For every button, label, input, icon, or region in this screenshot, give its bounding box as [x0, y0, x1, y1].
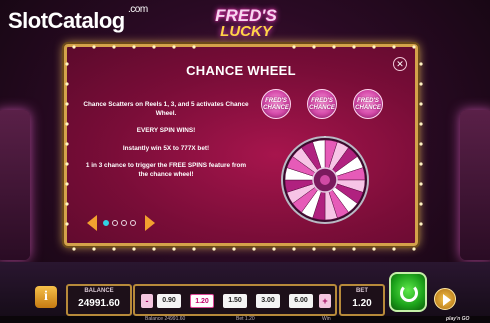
close-button[interactable]: ✕	[393, 57, 407, 71]
chance-wheel-image	[281, 131, 369, 224]
balance-display: BALANCE 24991.60	[66, 284, 132, 316]
chance-icon-label: FRED'S	[265, 98, 287, 104]
bet-display: BET 1.20	[339, 284, 385, 316]
bet-option-selected[interactable]: 1.20	[190, 294, 214, 308]
balance-value: 24991.60	[78, 298, 120, 309]
page-dot-4[interactable]	[130, 220, 136, 226]
info-button[interactable]: i	[35, 286, 57, 308]
spin-arrows-icon	[400, 284, 418, 302]
bet-option[interactable]: 3.00	[256, 294, 280, 308]
bet-option[interactable]: 1.50	[223, 294, 247, 308]
footer-win: Win	[322, 316, 331, 322]
provider-logo: play'n GO	[446, 316, 470, 322]
balance-label: BALANCE	[84, 288, 114, 294]
panel-title: CHANCE WHEEL	[186, 63, 296, 78]
chance-scatter-icon: FRED'S CHANCE	[307, 89, 337, 119]
description-paragraph: Chance Scatters on Reels 1, 3, and 5 act…	[83, 101, 249, 117]
page-navigation	[87, 215, 157, 231]
slotcatalog-watermark: SlotCatalog .com	[8, 4, 148, 34]
footer-balance: Balance 24991.60	[145, 316, 186, 322]
left-stage-pillar	[0, 110, 30, 260]
page-dot-2[interactable]	[112, 220, 118, 226]
description-paragraph: EVERY SPIN WINS!	[136, 127, 196, 134]
page-dot-3[interactable]	[121, 220, 127, 226]
chance-icon-label: CHANCE	[263, 105, 289, 111]
paytable-info-panel: CHANCE WHEEL ✕ Chance Scatters on Reels …	[64, 44, 423, 251]
description-paragraph: 1 in 3 chance to trigger the FREE SPINS …	[85, 162, 247, 178]
chance-icon-label: CHANCE	[355, 105, 381, 111]
chance-icon-label: FRED'S	[357, 98, 379, 104]
right-stage-pillar	[460, 110, 490, 260]
watermark-domain: .com	[128, 4, 148, 15]
previous-page-arrow-icon[interactable]	[87, 215, 97, 231]
bet-label: BET	[356, 288, 368, 294]
autoplay-button[interactable]	[434, 288, 456, 310]
play-icon	[443, 294, 451, 306]
chance-icon-label: FRED'S	[311, 98, 333, 104]
game-screen: SlotCatalog .com FRED'S LUCKY CHANCE WHE…	[0, 0, 490, 323]
chance-scatter-symbols: FRED'S CHANCE FRED'S CHANCE FRED'S CHANC…	[261, 89, 397, 123]
footer-bet: Bet 1.20	[236, 316, 255, 322]
bet-option[interactable]: 0.90	[157, 294, 181, 308]
status-footer: Balance 24991.60 Bet 1.20 Win play'n GO	[0, 316, 490, 323]
spin-button[interactable]	[389, 272, 427, 312]
next-page-arrow-icon[interactable]	[145, 215, 155, 231]
feature-description: Chance Scatters on Reels 1, 3, and 5 act…	[81, 101, 251, 188]
bet-selector: - 0.90 1.20 1.50 3.00 6.00 +	[133, 284, 337, 316]
page-dot-1[interactable]	[103, 220, 109, 226]
bet-increase-button[interactable]: +	[319, 294, 331, 308]
bet-decrease-button[interactable]: -	[141, 294, 153, 308]
chance-scatter-icon: FRED'S CHANCE	[261, 89, 291, 119]
bet-option[interactable]: 6.00	[289, 294, 313, 308]
watermark-brand: SlotCatalog	[8, 8, 125, 33]
chance-icon-label: CHANCE	[309, 105, 335, 111]
description-paragraph: Instantly win 5X to 777X bet!	[122, 144, 210, 152]
chance-scatter-icon: FRED'S CHANCE	[353, 89, 383, 119]
bet-value: 1.20	[352, 298, 372, 309]
